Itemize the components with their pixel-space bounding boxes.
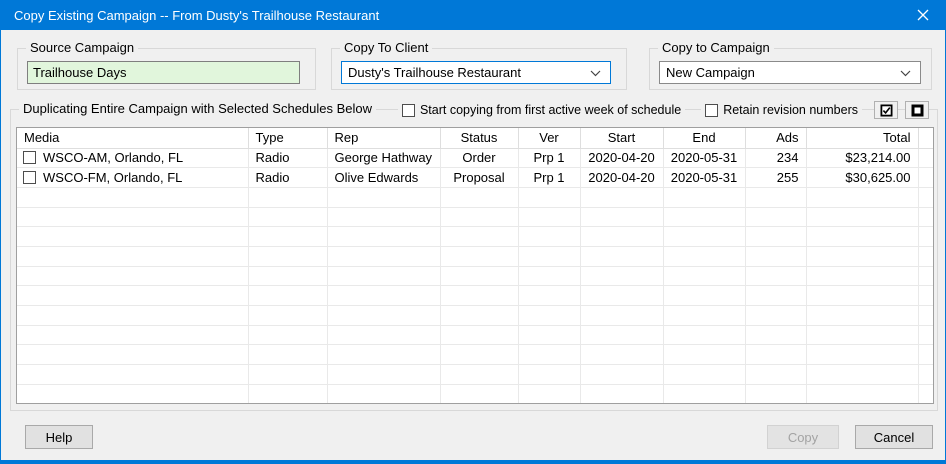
schedules-group-label: Duplicating Entire Campaign with Selecte… [19, 101, 376, 116]
row-checkbox[interactable] [23, 151, 36, 164]
schedule-options-row: Start copying from first active week of … [398, 101, 929, 119]
table-empty-row [17, 227, 934, 247]
uncheck-all-button[interactable] [905, 101, 929, 119]
table-empty-row [17, 306, 934, 326]
cell-total: $23,214.00 [806, 148, 918, 168]
copy-to-campaign-group: Copy to Campaign New Campaign [649, 48, 932, 90]
row-checkbox[interactable] [23, 171, 36, 184]
copy-button[interactable]: Copy [767, 425, 839, 449]
cell-ads: 255 [745, 168, 806, 188]
retain-revision-checkbox-item[interactable]: Retain revision numbers [701, 103, 862, 117]
cell-status: Order [440, 148, 518, 168]
table-empty-row [17, 384, 934, 404]
uncheck-all-icon [911, 104, 924, 117]
cell-status: Proposal [440, 168, 518, 188]
table-empty-row [17, 246, 934, 266]
table-empty-row [17, 345, 934, 365]
table-empty-row [17, 207, 934, 227]
column-header-start[interactable]: Start [580, 128, 663, 148]
cell-ver: Prp 1 [518, 168, 580, 188]
cell-end: 2020-05-31 [663, 168, 745, 188]
cell-rep: George Hathway [327, 148, 440, 168]
schedules-table-container: MediaTypeRepStatusVerStartEndAdsTotalWSC… [16, 127, 934, 404]
column-header-media[interactable]: Media [17, 128, 248, 148]
dialog-body: Source Campaign Copy To Client Dusty's T… [1, 30, 945, 460]
copy-to-client-group-label: Copy To Client [340, 40, 432, 55]
cell-ads: 234 [745, 148, 806, 168]
retain-revision-checkbox[interactable] [705, 104, 718, 117]
source-campaign-group-label: Source Campaign [26, 40, 138, 55]
cell-start: 2020-04-20 [580, 168, 663, 188]
check-all-icon [880, 104, 893, 117]
cell-rep: Olive Edwards [327, 168, 440, 188]
schedules-table: MediaTypeRepStatusVerStartEndAdsTotalWSC… [17, 128, 934, 404]
cell-total: $30,625.00 [806, 168, 918, 188]
table-empty-row [17, 187, 934, 207]
column-header-status[interactable]: Status [440, 128, 518, 148]
chevron-down-icon [590, 70, 601, 77]
cell-media: WSCO-AM, Orlando, FL [43, 150, 183, 165]
cell-end: 2020-05-31 [663, 148, 745, 168]
table-row[interactable]: WSCO-AM, Orlando, FL RadioGeorge HathwayO… [17, 148, 934, 168]
table-header-row: MediaTypeRepStatusVerStartEndAdsTotal [17, 128, 934, 148]
table-empty-row [17, 325, 934, 345]
table-empty-row [17, 266, 934, 286]
chevron-down-icon [900, 70, 911, 77]
source-campaign-group: Source Campaign [17, 48, 316, 90]
retain-revision-label: Retain revision numbers [723, 103, 858, 117]
help-button-label: Help [46, 430, 73, 445]
column-header-total[interactable]: Total [806, 128, 918, 148]
table-empty-row [17, 286, 934, 306]
column-header-ads[interactable]: Ads [745, 128, 806, 148]
copy-button-label: Copy [788, 430, 818, 445]
dialog-title: Copy Existing Campaign -- From Dusty's T… [14, 8, 379, 23]
cell-type: Radio [248, 168, 327, 188]
cell-start: 2020-04-20 [580, 148, 663, 168]
cell-media: WSCO-FM, Orlando, FL [43, 170, 182, 185]
copy-to-client-value: Dusty's Trailhouse Restaurant [348, 65, 521, 80]
cell-filler [918, 168, 934, 188]
cell-ver: Prp 1 [518, 148, 580, 168]
column-header-rep[interactable]: Rep [327, 128, 440, 148]
table-empty-row [17, 365, 934, 385]
source-campaign-input[interactable] [27, 61, 300, 84]
start-copying-label: Start copying from first active week of … [420, 103, 681, 117]
copy-to-campaign-value: New Campaign [666, 65, 755, 80]
schedules-group: Duplicating Entire Campaign with Selecte… [10, 109, 938, 411]
title-bar: Copy Existing Campaign -- From Dusty's T… [0, 0, 946, 30]
cancel-button[interactable]: Cancel [855, 425, 933, 449]
copy-to-client-dropdown[interactable]: Dusty's Trailhouse Restaurant [341, 61, 611, 84]
cancel-button-label: Cancel [874, 430, 914, 445]
close-icon [917, 9, 929, 21]
column-header-end[interactable]: End [663, 128, 745, 148]
table-row[interactable]: WSCO-FM, Orlando, FLRadioOlive EdwardsPr… [17, 168, 934, 188]
start-copying-checkbox[interactable] [402, 104, 415, 117]
column-header-filler [918, 128, 934, 148]
help-button[interactable]: Help [25, 425, 93, 449]
column-header-type[interactable]: Type [248, 128, 327, 148]
copy-to-client-group: Copy To Client Dusty's Trailhouse Restau… [331, 48, 627, 90]
copy-to-campaign-group-label: Copy to Campaign [658, 40, 774, 55]
cell-type: Radio [248, 148, 327, 168]
cell-filler [918, 148, 934, 168]
close-button[interactable] [900, 0, 946, 30]
copy-campaign-dialog: Copy Existing Campaign -- From Dusty's T… [0, 0, 946, 464]
copy-to-campaign-dropdown[interactable]: New Campaign [659, 61, 921, 84]
column-header-ver[interactable]: Ver [518, 128, 580, 148]
start-copying-checkbox-item[interactable]: Start copying from first active week of … [398, 103, 685, 117]
check-all-button[interactable] [874, 101, 898, 119]
